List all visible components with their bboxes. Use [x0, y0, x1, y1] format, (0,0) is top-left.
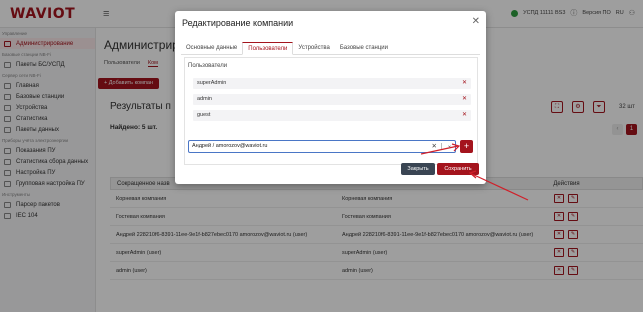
user-item: admin ✕	[193, 94, 471, 105]
user-item: superAdmin ✕	[193, 78, 471, 89]
dialog-tabs: Основные данные Пользователи Устройства …	[181, 42, 480, 55]
tab-devices[interactable]: Устройства	[293, 42, 334, 54]
chevron-down-icon[interactable]: ⌄	[447, 141, 452, 152]
select-divider	[441, 143, 442, 150]
remove-icon[interactable]: ✕	[462, 110, 467, 121]
edit-company-dialog: Редактирование компании ✕ Основные данны…	[175, 11, 486, 184]
user-select[interactable]: Андрей / amorozov@waviot.ru ✕ ⌄	[188, 140, 456, 153]
close-icon[interactable]: ✕	[472, 16, 480, 27]
remove-icon[interactable]: ✕	[462, 94, 467, 105]
users-panel: Пользователи superAdmin ✕ admin ✕ guest …	[184, 57, 478, 165]
user-item-label: guest	[197, 112, 211, 118]
save-button[interactable]: Сохранить	[437, 163, 479, 175]
clear-icon[interactable]: ✕	[432, 141, 437, 152]
tab-base-stations[interactable]: Базовые станции	[335, 42, 393, 54]
plus-icon[interactable]: +	[460, 140, 473, 153]
user-select-value: Андрей / amorozov@waviot.ru	[192, 143, 268, 149]
dialog-title: Редактирование компании	[182, 18, 294, 28]
remove-icon[interactable]: ✕	[462, 78, 467, 89]
users-panel-label: Пользователи	[188, 63, 228, 69]
user-item: guest ✕	[193, 110, 471, 121]
tab-users[interactable]: Пользователи	[242, 42, 294, 55]
user-item-label: superAdmin	[197, 80, 227, 86]
close-button[interactable]: Закрыть	[401, 163, 435, 175]
user-item-label: admin	[197, 96, 212, 102]
tab-main-data[interactable]: Основные данные	[181, 42, 242, 54]
